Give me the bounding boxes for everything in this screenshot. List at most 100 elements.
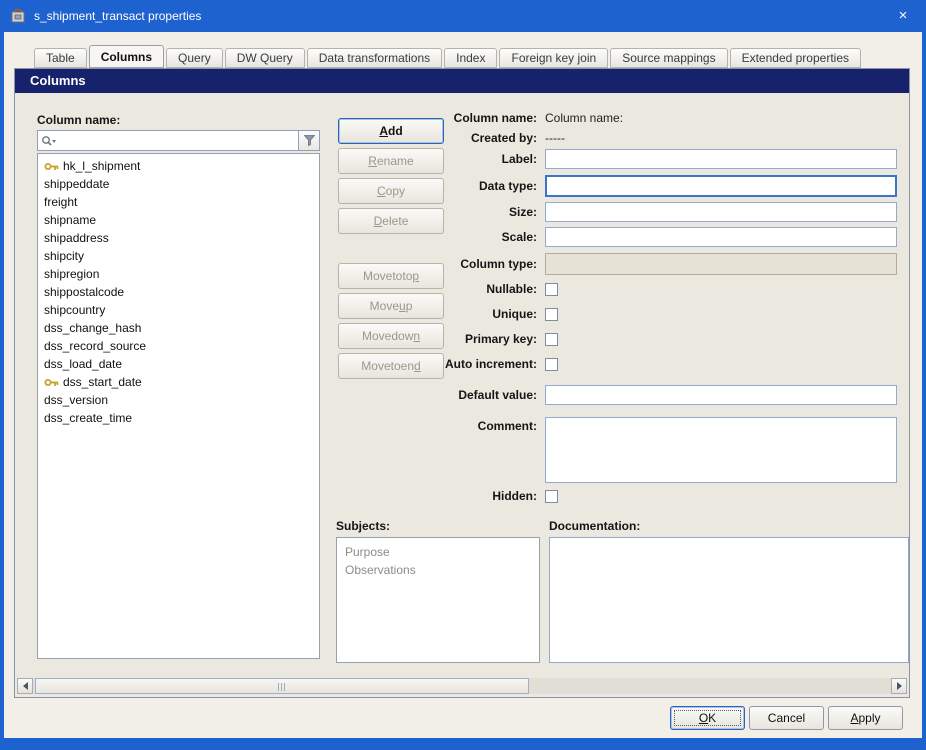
tab-index[interactable]: Index [444, 48, 497, 68]
column-item-label: hk_l_shipment [63, 159, 140, 173]
ok-button[interactable]: OK [670, 706, 745, 730]
panel-header-title: Columns [15, 69, 909, 93]
comment-textarea[interactable] [545, 417, 897, 483]
column-filter-input[interactable] [58, 132, 298, 149]
scroll-right-icon[interactable] [891, 678, 907, 694]
default-value-label: Default value: [345, 388, 545, 402]
scale-label: Scale: [345, 230, 545, 244]
tab-query[interactable]: Query [166, 48, 223, 68]
column-item-label: shippostalcode [44, 285, 124, 299]
column-item-label: dss_load_date [44, 357, 122, 371]
column-item-label: dss_record_source [44, 339, 146, 353]
data-type-row: Data type: [345, 175, 897, 197]
documentation-textarea[interactable] [549, 537, 909, 663]
comment-label: Comment: [345, 417, 545, 433]
primary-key-row: Primary key: [345, 332, 558, 346]
column-list-item[interactable]: shippeddate [38, 175, 319, 193]
scroll-left-icon[interactable] [17, 678, 33, 694]
scale-row: Scale: [345, 227, 897, 247]
primary-key-label: Primary key: [345, 332, 545, 346]
tab-source-mappings[interactable]: Source mappings [610, 48, 727, 68]
hidden-checkbox[interactable] [545, 490, 558, 503]
column-list-item[interactable]: dss_change_hash [38, 319, 319, 337]
auto-increment-row: Auto increment: [345, 357, 558, 371]
auto-increment-checkbox[interactable] [545, 358, 558, 371]
column-item-label: shipname [44, 213, 96, 227]
subjects-item[interactable]: Observations [345, 561, 531, 579]
close-icon[interactable]: × [880, 0, 926, 32]
tab-dw-query[interactable]: DW Query [225, 48, 305, 68]
comment-row: Comment: [345, 417, 897, 483]
column-list-item[interactable]: shipname [38, 211, 319, 229]
column-list-item[interactable]: dss_start_date [38, 373, 319, 391]
column-list-item[interactable]: hk_l_shipment [38, 157, 319, 175]
tab-columns[interactable]: Columns [89, 45, 164, 68]
column-name-value: Column name: [545, 111, 623, 125]
properties-window: s_shipment_transact properties × Table C… [0, 0, 926, 750]
search-icon [38, 133, 58, 148]
column-list-item[interactable]: dss_create_time [38, 409, 319, 427]
nullable-checkbox[interactable] [545, 283, 558, 296]
data-type-label: Data type: [345, 179, 545, 193]
label-field-label: Label: [345, 152, 545, 166]
unique-checkbox[interactable] [545, 308, 558, 321]
column-item-label: shipaddress [44, 231, 109, 245]
key-icon [44, 160, 59, 173]
scale-input[interactable] [545, 227, 897, 247]
size-label: Size: [345, 205, 545, 219]
label-input[interactable] [545, 149, 897, 169]
column-item-label: dss_create_time [44, 411, 132, 425]
horizontal-scrollbar[interactable] [17, 678, 907, 694]
titlebar: s_shipment_transact properties × [0, 0, 926, 32]
created-by-value: ----- [545, 131, 565, 145]
tab-foreign-key-join[interactable]: Foreign key join [499, 48, 608, 68]
unique-label: Unique: [345, 307, 545, 321]
apply-button[interactable]: Apply [828, 706, 903, 730]
label-row: Label: [345, 149, 897, 169]
hidden-label: Hidden: [345, 489, 545, 503]
nullable-label: Nullable: [345, 282, 545, 296]
dialog-body: Table Columns Query DW Query Data transf… [4, 32, 922, 738]
column-list-item[interactable]: shipcity [38, 247, 319, 265]
subjects-item[interactable]: Purpose [345, 543, 531, 561]
column-list-item[interactable]: dss_load_date [38, 355, 319, 373]
data-type-input[interactable] [545, 175, 897, 197]
columns-panel: Columns Column name: [14, 68, 910, 698]
column-filter-box [37, 130, 320, 151]
documentation-label: Documentation: [549, 519, 640, 533]
subjects-listbox[interactable]: Purpose Observations [336, 537, 540, 663]
column-type-input [545, 253, 897, 275]
app-icon [10, 8, 26, 24]
filter-icon[interactable] [298, 131, 319, 150]
created-by-label: Created by: [345, 131, 545, 145]
column-list-item[interactable]: dss_version [38, 391, 319, 409]
tab-extended-properties[interactable]: Extended properties [730, 48, 861, 68]
column-name-row: Column name: Column name: [345, 111, 623, 125]
column-list-item[interactable]: dss_record_source [38, 337, 319, 355]
default-value-input[interactable] [545, 385, 897, 405]
cancel-button[interactable]: Cancel [749, 706, 824, 730]
size-input[interactable] [545, 202, 897, 222]
tab-table[interactable]: Table [34, 48, 87, 68]
column-list-item[interactable]: shipregion [38, 265, 319, 283]
column-name-label: Column name: [345, 111, 545, 125]
column-item-label: dss_start_date [63, 375, 142, 389]
unique-row: Unique: [345, 307, 558, 321]
auto-increment-label: Auto increment: [345, 357, 545, 371]
column-item-label: dss_change_hash [44, 321, 141, 335]
primary-key-checkbox[interactable] [545, 333, 558, 346]
column-list-item[interactable]: freight [38, 193, 319, 211]
column-item-label: shipcity [44, 249, 84, 263]
column-item-label: freight [44, 195, 77, 209]
default-value-row: Default value: [345, 385, 897, 405]
column-list-item[interactable]: shippostalcode [38, 283, 319, 301]
nullable-row: Nullable: [345, 282, 558, 296]
key-icon [44, 376, 59, 389]
created-by-row: Created by: ----- [345, 131, 565, 145]
scrollbar-thumb[interactable] [35, 678, 529, 694]
column-item-label: shipcountry [44, 303, 105, 317]
tab-data-transformations[interactable]: Data transformations [307, 48, 442, 68]
column-list-item[interactable]: shipaddress [38, 229, 319, 247]
window-title: s_shipment_transact properties [34, 9, 201, 23]
column-list-item[interactable]: shipcountry [38, 301, 319, 319]
